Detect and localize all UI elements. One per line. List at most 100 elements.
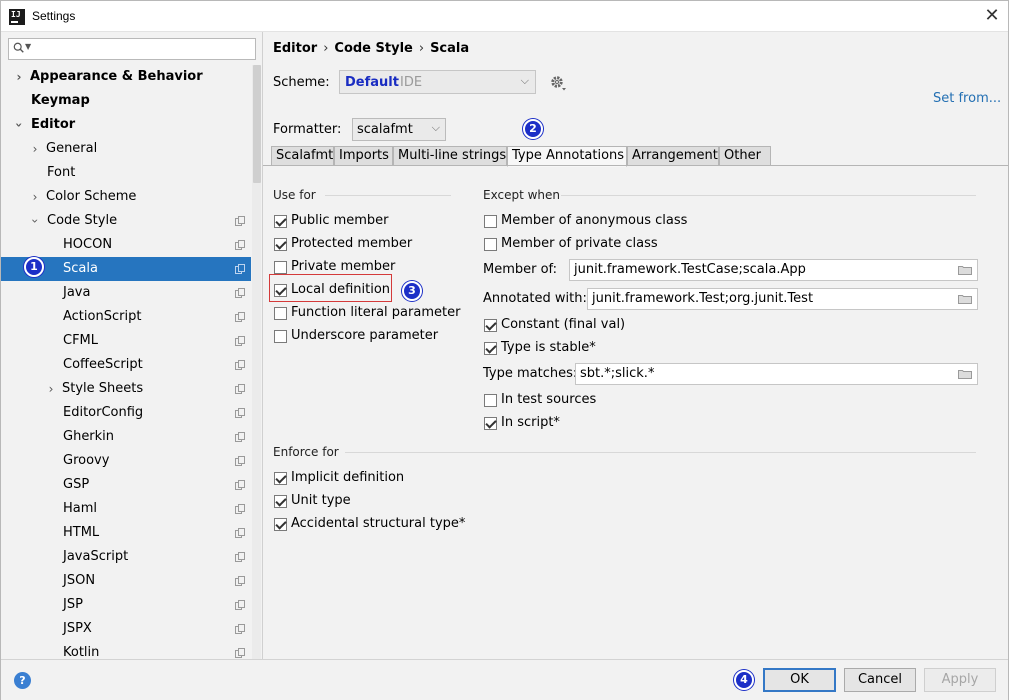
tab-scalafmt[interactable]: Scalafmt — [271, 146, 334, 166]
checkbox-box[interactable] — [274, 307, 287, 320]
sidebar-item-keymap[interactable]: Keymap — [1, 89, 251, 113]
sidebar-item-jspx[interactable]: JSPX — [1, 617, 251, 641]
callout-badge-2: 2 — [523, 119, 543, 139]
set-from-link[interactable]: Set from... — [933, 91, 1001, 106]
sidebar-item-appearance-behavior[interactable]: › Appearance & Behavior — [1, 65, 251, 89]
enforce-for-title: Enforce for — [273, 445, 339, 459]
sidebar-scrollbar[interactable] — [252, 65, 261, 659]
gear-icon[interactable] — [549, 74, 567, 92]
divider — [325, 195, 451, 196]
except-when-title: Except when — [483, 188, 560, 202]
formatter-select[interactable]: scalafmt ⌵ — [352, 118, 446, 141]
checkbox-box[interactable] — [484, 319, 497, 332]
search-icon — [13, 42, 24, 53]
sidebar-item-json[interactable]: JSON — [1, 569, 251, 593]
sidebar-item-java[interactable]: Java — [1, 281, 251, 305]
type-matches-field[interactable]: sbt.*;slick.* — [575, 363, 978, 385]
chevron-down-icon[interactable]: › — [7, 119, 31, 131]
annotated-with-value: junit.framework.Test;org.junit.Test — [592, 291, 814, 306]
member-of-field[interactable]: junit.framework.TestCase;scala.App — [569, 259, 978, 281]
checkbox-box[interactable] — [484, 342, 497, 355]
project-copy-icon — [235, 360, 245, 370]
sidebar-item-gherkin[interactable]: Gherkin — [1, 425, 251, 449]
sidebar-item-style-sheets[interactable]: › Style Sheets — [1, 377, 251, 401]
project-copy-icon — [235, 264, 245, 274]
chevron-down-icon[interactable]: › — [23, 215, 47, 227]
breadcrumb-editor: Editor — [273, 41, 318, 56]
search-input[interactable]: ▼ — [8, 38, 256, 60]
checkbox-box[interactable] — [484, 394, 497, 407]
checkbox-label: Implicit definition — [291, 470, 405, 485]
search-dropdown-icon[interactable]: ▼ — [25, 42, 31, 51]
sidebar-item-font[interactable]: Font — [1, 161, 251, 185]
checkbox-label: Public member — [291, 213, 389, 228]
settings-tree: › Appearance & Behavior Keymap › Editor … — [1, 65, 251, 659]
tab-multi-line-strings[interactable]: Multi-line strings — [393, 146, 507, 166]
sidebar-item-html[interactable]: HTML — [1, 521, 251, 545]
project-copy-icon — [235, 432, 245, 442]
folder-icon[interactable] — [958, 369, 972, 379]
cancel-button[interactable]: Cancel — [844, 668, 916, 692]
close-icon[interactable]: ✕ — [982, 5, 1002, 27]
chevron-right-icon[interactable]: › — [13, 65, 25, 89]
checkbox-box[interactable] — [274, 495, 287, 508]
sidebar-item-general[interactable]: › General — [1, 137, 251, 161]
checkbox-box[interactable] — [484, 417, 497, 430]
project-copy-icon — [235, 600, 245, 610]
sidebar-item-label: Gherkin — [63, 429, 115, 444]
apply-button[interactable]: Apply — [924, 668, 996, 692]
sidebar-item-label: JSON — [63, 573, 96, 588]
help-icon[interactable]: ? — [14, 672, 31, 689]
intellij-app-icon: IJ — [9, 9, 25, 25]
checkbox-label: Accidental structural type* — [291, 516, 466, 531]
checkbox-label: In test sources — [501, 392, 597, 407]
member-of-label: Member of: — [483, 262, 558, 277]
checkbox-box[interactable] — [274, 472, 287, 485]
folder-icon[interactable] — [958, 265, 972, 275]
tab-type-annotations[interactable]: Type Annotations — [507, 146, 627, 167]
checkbox-box[interactable] — [274, 330, 287, 343]
sidebar-item-cfml[interactable]: CFML — [1, 329, 251, 353]
sidebar-item-groovy[interactable]: Groovy — [1, 449, 251, 473]
sidebar-item-label: Scala — [63, 261, 98, 276]
sidebar-item-actionscript[interactable]: ActionScript — [1, 305, 251, 329]
sidebar-item-color-scheme[interactable]: › Color Scheme — [1, 185, 251, 209]
scrollbar-thumb[interactable] — [253, 65, 261, 183]
sidebar-item-hocon[interactable]: HOCON — [1, 233, 251, 257]
ok-button[interactable]: OK — [763, 668, 836, 692]
checkbox-box[interactable] — [484, 238, 497, 251]
tab-other[interactable]: Other — [719, 146, 771, 166]
chevron-right-icon[interactable]: › — [45, 377, 57, 401]
title-bar: IJ Settings ✕ — [1, 1, 1008, 32]
sidebar-item-label: Java — [63, 285, 91, 300]
sidebar-item-label: General — [46, 141, 98, 156]
sidebar-item-coffeescript[interactable]: CoffeeScript — [1, 353, 251, 377]
chevron-right-icon[interactable]: › — [29, 185, 41, 209]
checkbox-box[interactable] — [484, 215, 497, 228]
sidebar-item-label: GSP — [63, 477, 90, 492]
checkbox-label: Local definition — [291, 282, 391, 297]
sidebar-item-editor[interactable]: › Editor — [1, 113, 251, 137]
sidebar-item-jsp[interactable]: JSP — [1, 593, 251, 617]
tab-imports[interactable]: Imports — [334, 146, 393, 166]
annotated-with-field[interactable]: junit.framework.Test;org.junit.Test — [587, 288, 978, 310]
breadcrumb-code-style: Code Style — [334, 41, 413, 56]
sidebar-item-kotlin[interactable]: Kotlin — [1, 641, 251, 659]
sidebar-item-code-style[interactable]: › Code Style — [1, 209, 251, 233]
sidebar-item-gsp[interactable]: GSP — [1, 473, 251, 497]
folder-icon[interactable] — [958, 294, 972, 304]
chevron-right-icon[interactable]: › — [29, 137, 41, 161]
sidebar-item-javascript[interactable]: JavaScript — [1, 545, 251, 569]
checkbox-label: Protected member — [291, 236, 413, 251]
sidebar-item-editorconfig[interactable]: EditorConfig — [1, 401, 251, 425]
checkbox-label: Constant (final val) — [501, 317, 626, 332]
checkbox-box[interactable] — [274, 238, 287, 251]
callout-badge-4: 4 — [734, 670, 754, 690]
checkbox-box[interactable] — [274, 215, 287, 228]
scheme-select[interactable]: Default IDE ⌵ — [339, 70, 536, 94]
sidebar-item-haml[interactable]: Haml — [1, 497, 251, 521]
checkbox-box[interactable] — [274, 518, 287, 531]
checkbox-box[interactable] — [274, 261, 287, 274]
checkbox-box[interactable] — [274, 284, 287, 297]
tab-arrangement[interactable]: Arrangement — [627, 146, 719, 166]
